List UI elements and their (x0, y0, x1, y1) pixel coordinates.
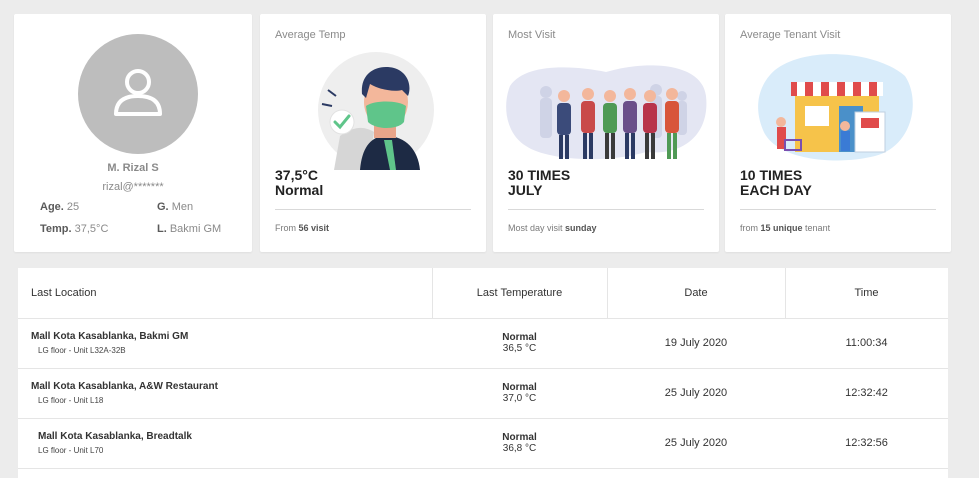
average-tenant-visit-card: Average Tenant Visit 10 TIMES EACH DAY f… (725, 14, 951, 252)
row-time: 12:32:42 (845, 387, 888, 399)
crowd-illustration (506, 65, 707, 160)
card-title: Average Temp (275, 29, 346, 41)
gender-value: Men (171, 201, 194, 213)
visit-month: JULY (508, 182, 543, 198)
tenant-count: 10 TIMES (740, 167, 803, 183)
profile-name: M. Rizal S (107, 162, 159, 174)
age-value: 25 (66, 201, 80, 213)
row-temp-value: 36,5 °C (502, 343, 537, 354)
location-history-table: Last Location Last Temperature Date Time… (18, 268, 948, 478)
row-location: Mall Kota Kasablanka, A&W Restaurant (31, 381, 218, 392)
temp-footnote: From 56 visit (275, 223, 329, 233)
user-icon (114, 69, 162, 116)
row-location: Mall Kota Kasablanka, Bakmi GM (31, 331, 189, 342)
card-title: Average Tenant Visit (740, 29, 841, 41)
row-unit: LG floor - Unit L18 (38, 396, 104, 405)
row-date: 19 July 2020 (664, 337, 728, 349)
divider (740, 209, 936, 210)
foot-bold: sunday (565, 223, 597, 233)
profile-email: rizal@******* (102, 181, 164, 193)
profile-card: M. Rizal S rizal@******* Age. 25 G. Men … (14, 14, 252, 252)
row-date: 25 July 2020 (664, 437, 728, 449)
profile-location: L. Bakmi GM (157, 223, 221, 235)
most-visit-card: Most Visit 30 TIMES JULY Most day visit … (493, 14, 719, 252)
storefront-illustration (758, 54, 913, 161)
foot-prefix: Most day visit (508, 223, 563, 233)
header-last-location[interactable]: Last Location (31, 268, 431, 318)
profile-temp: Temp. 37,5°C (40, 223, 108, 235)
row-date: 25 July 2020 (664, 387, 728, 399)
row-unit: LG floor - Unit L32A-32B (38, 346, 126, 355)
row-temp-value: 37,0 °C (502, 393, 537, 404)
gender-label: G. (157, 201, 169, 213)
temp-status: Normal (275, 182, 324, 198)
row-time: 12:32:56 (845, 437, 888, 449)
table-row[interactable]: Mall Kota Kasablanka, A&W Restaurant LG … (18, 368, 948, 419)
tenant-value-block: 10 TIMES EACH DAY (740, 168, 812, 198)
table-row[interactable]: Mall Kota Kasablanka, Breadtalk LG floor… (18, 418, 948, 469)
visit-value-block: 30 TIMES JULY (508, 168, 570, 198)
tenant-footnote: from 15 unique tenant (740, 223, 830, 233)
visit-footnote: Most day visit sunday (508, 223, 597, 233)
masked-person-illustration (318, 52, 434, 170)
location-label: L. (157, 223, 167, 235)
temp-value-block: 37,5°C Normal (275, 168, 323, 198)
row-time: 11:00:34 (845, 337, 888, 349)
divider (275, 209, 471, 210)
profile-age: Age. 25 (40, 201, 79, 213)
foot-bold: 15 unique (760, 223, 803, 233)
header-time[interactable]: Time (785, 268, 948, 318)
header-date[interactable]: Date (607, 268, 785, 318)
age-label: Age. (40, 201, 64, 213)
temp-value: 37,5°C (275, 167, 318, 183)
header-last-temperature[interactable]: Last Temperature (432, 268, 607, 318)
table-row[interactable]: Mall Kota Kasablanka, Bakmi GM LG floor … (18, 318, 948, 369)
row-unit: LG floor - Unit L70 (38, 446, 104, 455)
foot-prefix: From (275, 223, 296, 233)
foot-prefix: from (740, 223, 758, 233)
profile-gender: G. Men (157, 201, 193, 213)
temp-label: Temp. (40, 223, 72, 235)
table-header: Last Location Last Temperature Date Time (18, 268, 948, 319)
row-temp-value: 36,8 °C (502, 443, 537, 454)
card-title: Most Visit (508, 29, 556, 41)
temp-value: 37,5°C (74, 223, 109, 235)
location-value: Bakmi GM (169, 223, 222, 235)
divider (508, 209, 704, 210)
average-temp-card: Average Temp 37,5°C Normal From 56 visit (260, 14, 486, 252)
visit-count: 30 TIMES (508, 167, 571, 183)
avatar (78, 34, 198, 154)
row-temp-status: Normal (502, 332, 537, 343)
row-location: Mall Kota Kasablanka, Breadtalk (38, 431, 192, 442)
foot-suffix: tenant (805, 223, 831, 233)
row-temp-status: Normal (502, 382, 537, 393)
foot-bold: 56 visit (298, 223, 330, 233)
tenant-period: EACH DAY (740, 182, 812, 198)
row-temp-status: Normal (502, 432, 537, 443)
